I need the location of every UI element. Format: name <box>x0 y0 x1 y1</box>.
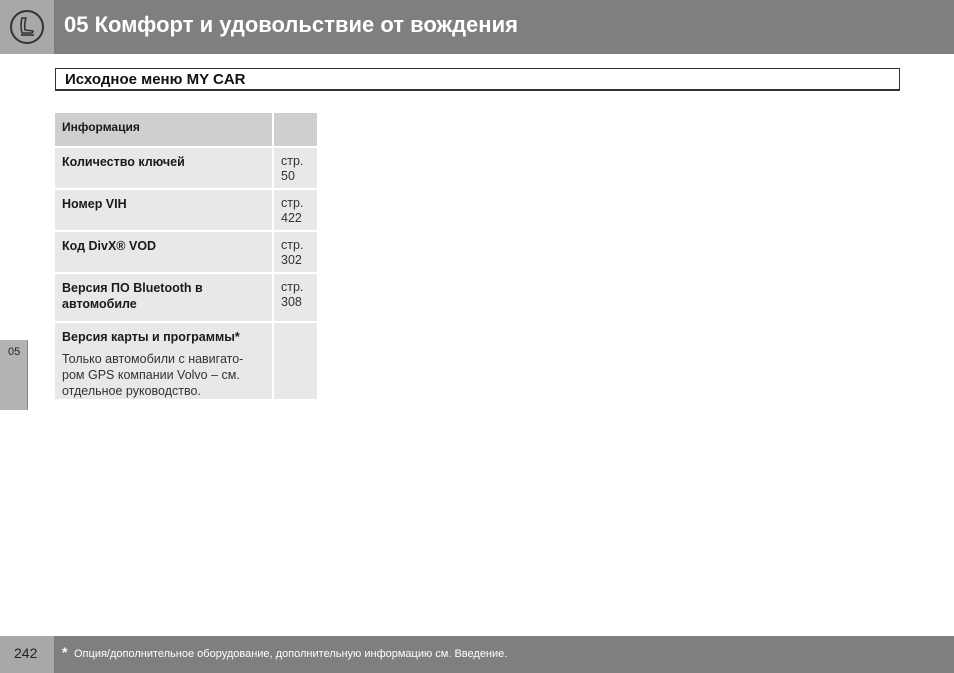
chapter-icon-box <box>0 0 54 54</box>
page-ref: стр. 50 <box>274 148 317 188</box>
row-label-with-note: Версия карты и программы* Только автомоб… <box>55 323 274 399</box>
section-title: Исходное меню MY CAR <box>65 71 246 88</box>
table-row: Код DivX® VOD стр. 302 <box>55 232 317 274</box>
table-row: Версия ПО Bluetooth в автомобиле стр. 30… <box>55 274 317 323</box>
footnote-text: Опция/дополнительное оборудование, допол… <box>74 648 508 660</box>
table-row: Версия карты и программы* Только автомоб… <box>55 323 317 401</box>
page-prefix: стр. <box>281 154 304 168</box>
page-prefix: стр. <box>281 238 304 252</box>
row-label: Код DivX® VOD <box>55 232 274 272</box>
seat-icon <box>10 10 44 44</box>
table-row: Количество ключей стр. 50 <box>55 148 317 190</box>
page-number-box: 242 <box>0 636 54 673</box>
row-label: Версия карты и программы* <box>62 330 240 344</box>
page-ref: стр. 308 <box>274 274 317 321</box>
page-ref: стр. 302 <box>274 232 317 272</box>
table-row: Номер VIH стр. 422 <box>55 190 317 232</box>
info-table: Информация Количество ключей стр. 50 Ном… <box>55 113 317 401</box>
chapter-side-tab: 05 <box>0 340 28 410</box>
page-prefix: стр. <box>281 196 304 210</box>
page-header: 05 Комфорт и удовольствие от вождения <box>0 0 954 54</box>
table-header-row: Информация <box>55 113 317 148</box>
page-footer: 242 * Опция/дополнительное оборудование,… <box>0 636 954 673</box>
table-heading: Информация <box>55 113 274 146</box>
page-number: 302 <box>281 253 302 267</box>
page-number: 242 <box>14 645 38 661</box>
page-ref-empty <box>274 323 317 399</box>
row-label: Версия ПО Bluetooth в автомобиле <box>55 274 274 321</box>
table-heading-empty-cell <box>274 113 317 146</box>
side-tab-label: 05 <box>8 346 21 358</box>
row-label: Количество ключей <box>55 148 274 188</box>
page-prefix: стр. <box>281 280 304 294</box>
chapter-title: 05 Комфорт и удовольствие от вождения <box>64 12 518 37</box>
footnote-star: * <box>62 644 68 660</box>
page-number: 50 <box>281 169 295 183</box>
page-number: 422 <box>281 211 302 225</box>
row-note: Только автомобили с навигато-ром GPS ком… <box>62 352 244 398</box>
row-label: Номер VIH <box>55 190 274 230</box>
page-ref: стр. 422 <box>274 190 317 230</box>
section-heading-box: Исходное меню MY CAR <box>55 68 900 91</box>
page-number: 308 <box>281 295 302 309</box>
